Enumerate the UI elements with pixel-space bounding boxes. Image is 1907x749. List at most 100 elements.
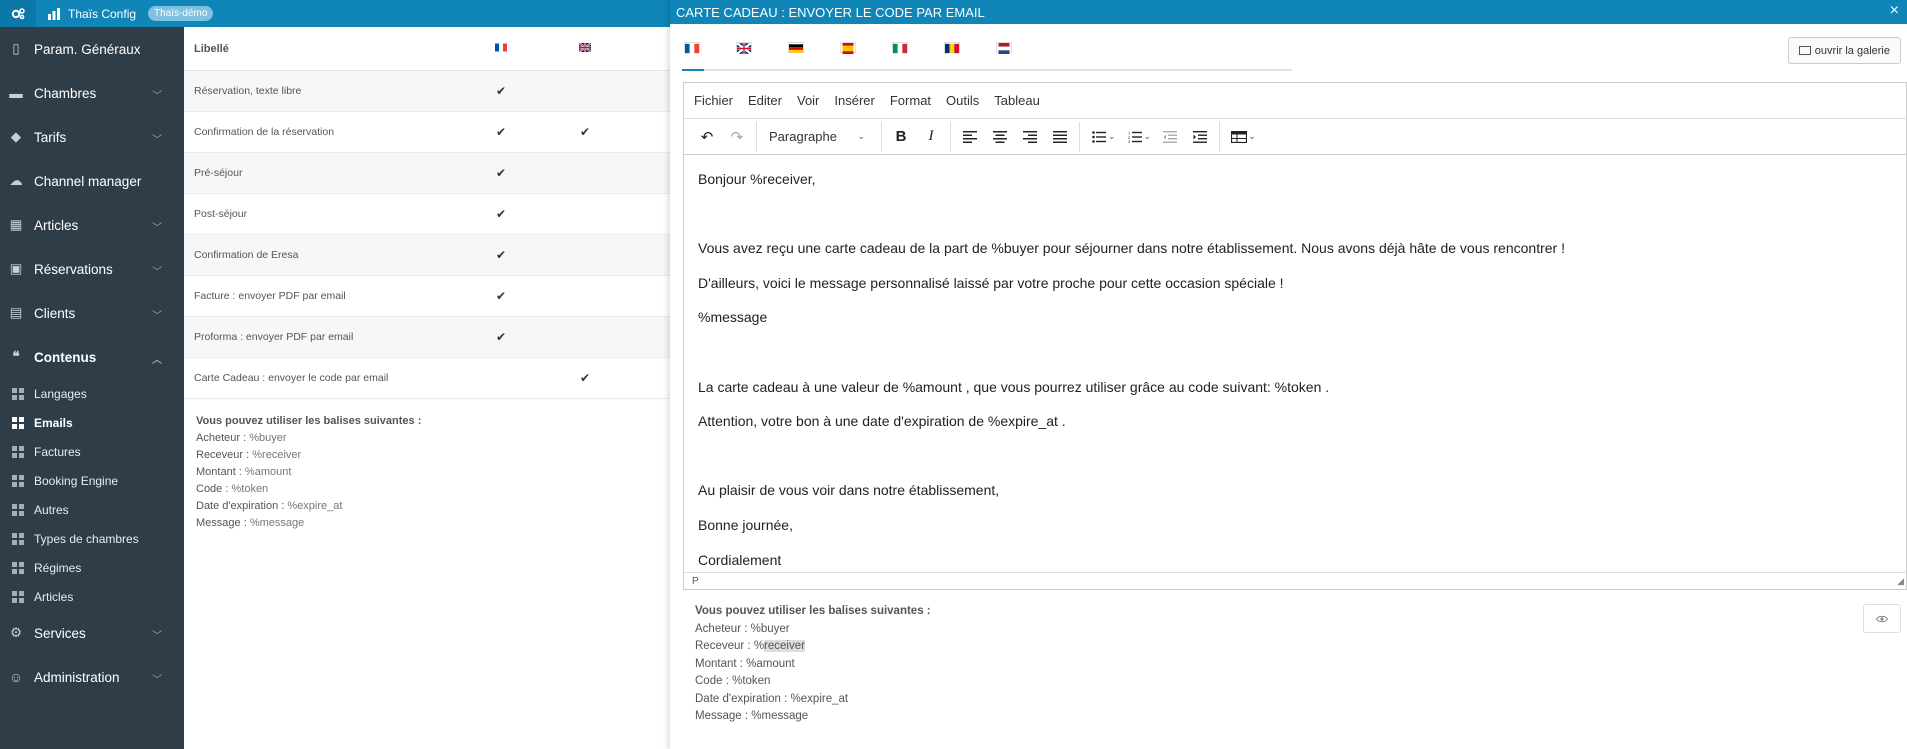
tag-value: %buyer	[249, 432, 287, 444]
bold-icon[interactable]: B	[886, 122, 916, 152]
tag-label: Receveur :	[695, 640, 751, 652]
redo-icon[interactable]: ↷	[722, 122, 752, 152]
tab-flag-ro-icon[interactable]	[944, 41, 960, 53]
settings-gear-icon[interactable]	[0, 0, 36, 27]
row-label[interactable]: Confirmation de Eresa	[184, 249, 447, 261]
table-row[interactable]: Confirmation de Eresa ✔	[184, 235, 670, 276]
menu-item[interactable]: Voir	[797, 93, 819, 108]
content-paragraph[interactable]: Bonne journée,	[698, 516, 1892, 551]
menu-item[interactable]: Tableau	[994, 93, 1040, 108]
tab-flag-fr-icon[interactable]	[684, 41, 700, 53]
bullet-list-chevron-icon[interactable]: ⌄	[1108, 131, 1116, 142]
row-label[interactable]: Post-séjour	[184, 208, 447, 220]
store-icon: ▦	[9, 217, 23, 232]
element-path[interactable]: P	[692, 576, 699, 587]
chevron-up-icon: ︿	[152, 355, 162, 366]
menu-item[interactable]: Insérer	[834, 93, 874, 108]
content-paragraph[interactable]	[698, 205, 1892, 240]
chevron-down-icon: ﹀	[152, 91, 162, 102]
menu-item[interactable]: Fichier	[694, 93, 733, 108]
resize-handle-icon[interactable]: ◢	[1897, 576, 1904, 587]
outdent-icon[interactable]	[1155, 122, 1185, 152]
indent-icon[interactable]	[1185, 122, 1215, 152]
menu-item[interactable]: Outils	[946, 93, 979, 108]
app-brand[interactable]: Thaïs Config	[68, 7, 136, 21]
sidebar-subitem-1[interactable]: Emails	[0, 408, 184, 437]
content-paragraph[interactable]	[698, 343, 1892, 378]
numbered-list-chevron-icon[interactable]: ⌄	[1144, 131, 1152, 142]
tag-line: Date d'expiration : %expire_at	[695, 691, 931, 709]
row-label[interactable]: Réservation, texte libre	[184, 85, 447, 97]
content-paragraph[interactable]: D'ailleurs, voici le message personnalis…	[698, 274, 1892, 309]
sidebar-item-3[interactable]: ☁ Channel manager	[0, 159, 184, 203]
row-label[interactable]: Pré-séjour	[184, 167, 447, 179]
content-paragraph[interactable]: Attention, votre bon à une date d'expira…	[698, 412, 1892, 447]
sidebar-item-1[interactable]: ▬ Chambres ﹀	[0, 71, 184, 115]
preview-eye-button[interactable]	[1863, 604, 1901, 633]
environment-badge[interactable]: Thaïs-démo	[148, 6, 214, 21]
sidebar-item-6[interactable]: ▤ Clients ﹀	[0, 291, 184, 335]
sidebar-subitem-7[interactable]: Articles	[0, 582, 184, 611]
editor-toolbar: ↶ ↷ Paragraphe ⌄ B I ⌄ 1 2 3 ⌄ ⌄	[684, 119, 1906, 155]
table-row[interactable]: Pré-séjour ✔	[184, 153, 670, 194]
sidebar-subitem-6[interactable]: Régimes	[0, 553, 184, 582]
content-paragraph[interactable]: Au plaisir de vous voir dans notre établ…	[698, 481, 1892, 516]
building-icon: ▯	[12, 41, 20, 56]
tab-flag-de-icon[interactable]	[788, 41, 804, 53]
sidebar-subitem-2[interactable]: Factures	[0, 437, 184, 466]
editor-content[interactable]: Bonjour %receiver, Vous avez reçu une car…	[684, 155, 1906, 573]
content-paragraph[interactable]: La carte cadeau à une valeur de %amount …	[698, 378, 1892, 413]
sidebar-subitem-3[interactable]: Booking Engine	[0, 466, 184, 495]
table-chevron-icon[interactable]: ⌄	[1248, 131, 1256, 142]
menu-item[interactable]: Format	[890, 93, 931, 108]
grid-icon	[12, 590, 24, 603]
row-label[interactable]: Carte Cadeau : envoyer le code par email	[184, 372, 447, 384]
format-select[interactable]: Paragraphe ⌄	[761, 122, 877, 152]
align-left-icon[interactable]	[955, 122, 985, 152]
table-row[interactable]: Réservation, texte libre ✔	[184, 71, 670, 112]
editor-menubar: Fichier Editer Voir Insérer Format Outils Tabl…	[684, 83, 1906, 119]
close-icon[interactable]: ×	[1890, 2, 1899, 20]
sidebar-item-label: Services	[34, 625, 86, 641]
table-row[interactable]: Post-séjour ✔	[184, 194, 670, 235]
align-justify-icon[interactable]	[1045, 122, 1075, 152]
tags-title: Vous pouvez utiliser les balises suivant…	[196, 415, 422, 427]
content-paragraph[interactable]	[698, 447, 1892, 482]
column-label-header[interactable]: Libellé	[184, 43, 447, 55]
tab-flag-gb-icon[interactable]	[736, 41, 752, 54]
row-label[interactable]: Confirmation de la réservation	[184, 126, 447, 138]
sidebar-item-5[interactable]: ▣ Réservations ﹀	[0, 247, 184, 291]
flag-fr-icon	[447, 43, 555, 55]
table-row[interactable]: Facture : envoyer PDF par email ✔	[184, 276, 670, 317]
align-right-icon[interactable]	[1015, 122, 1045, 152]
sidebar-item-0[interactable]: ⚙ Services ﹀	[0, 611, 184, 655]
table-row[interactable]: Proforma : envoyer PDF par email ✔	[184, 317, 670, 358]
sidebar-subitem-5[interactable]: Types de chambres	[0, 524, 184, 553]
sidebar-item-2[interactable]: ◆ Tarifs ﹀	[0, 115, 184, 159]
table-row[interactable]: Carte Cadeau : envoyer le code par email…	[184, 358, 670, 399]
content-paragraph[interactable]: %message	[698, 308, 1892, 343]
sidebar-item-1[interactable]: ☺ Administration ﹀	[0, 655, 184, 699]
row-label[interactable]: Proforma : envoyer PDF par email	[184, 331, 447, 343]
sidebar-subitem-0[interactable]: Langages	[0, 379, 184, 408]
table-row[interactable]: Confirmation de la réservation ✔ ✔	[184, 112, 670, 153]
tab-flag-es-icon[interactable]	[840, 41, 856, 54]
sidebar-subitem-4[interactable]: Autres	[0, 495, 184, 524]
tab-flag-it-icon[interactable]	[892, 41, 908, 53]
content-paragraph[interactable]: Bonjour %receiver,	[698, 170, 1892, 205]
tab-flag-nl-icon[interactable]	[996, 41, 1012, 54]
sidebar-subitem-label: Régimes	[34, 560, 82, 575]
italic-icon[interactable]: I	[916, 122, 946, 152]
undo-icon[interactable]: ↶	[692, 122, 722, 152]
align-center-icon[interactable]	[985, 122, 1015, 152]
content-paragraph[interactable]: Vous avez reçu une carte cadeau de la pa…	[698, 239, 1892, 274]
open-gallery-button[interactable]: ouvrir la galerie	[1787, 37, 1901, 64]
row-label[interactable]: Facture : envoyer PDF par email	[184, 290, 447, 302]
sidebar-subitem-label: Autres	[34, 502, 69, 517]
sidebar-item-0[interactable]: ▯ Param. Généraux	[0, 27, 184, 71]
tag-label: Date d'expiration :	[196, 500, 285, 512]
menu-item[interactable]: Editer	[748, 93, 782, 108]
content-paragraph[interactable]: Cordialement	[698, 551, 1892, 573]
sidebar-item-4[interactable]: ▦ Articles ﹀	[0, 203, 184, 247]
sidebar-item-7[interactable]: ❝ Contenus ︿	[0, 335, 184, 379]
